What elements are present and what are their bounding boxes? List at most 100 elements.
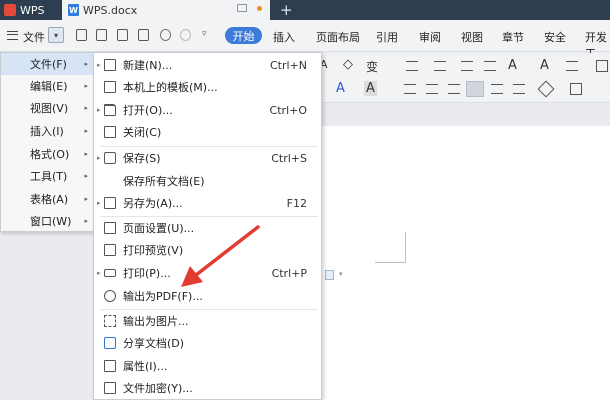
- new-document-icon: [104, 59, 116, 71]
- show-marks-icon[interactable]: [566, 61, 578, 71]
- properties-icon: [104, 360, 116, 372]
- paragraph-shading-icon[interactable]: [537, 80, 555, 98]
- monitor-icon[interactable]: [237, 4, 247, 12]
- chevron-down-icon[interactable]: ▾: [339, 270, 343, 278]
- tab-wps-home[interactable]: WPS: [0, 0, 58, 20]
- menu-item-properties[interactable]: 属性(I)...: [94, 355, 321, 377]
- menu-item-print-preview[interactable]: 打印预览(V): [94, 239, 321, 261]
- char-shading-icon[interactable]: A: [364, 81, 377, 96]
- tab-security[interactable]: 安全: [544, 29, 566, 45]
- menu-item-page-setup[interactable]: 页面设置(U)...: [94, 217, 321, 239]
- legacy-menu-format[interactable]: 格式(O) ▸: [1, 143, 94, 165]
- menu-item-label: 另存为(A)...: [123, 197, 183, 210]
- print-preview-icon: [104, 244, 116, 256]
- printer-icon: [104, 269, 116, 277]
- menu-bar: 文件 ▾ ▿ 开始 插入 页面布局 引用 审阅 视图 章节 安全 开发工: [0, 20, 610, 60]
- align-center-icon[interactable]: [426, 84, 438, 94]
- menu-item-local-templates[interactable]: 本机上的模板(M)...: [94, 76, 321, 98]
- legacy-menu-tools[interactable]: 工具(T) ▸: [1, 165, 94, 187]
- legacy-menu-label: 视图(V): [30, 102, 69, 115]
- export-icon[interactable]: [96, 29, 107, 41]
- legacy-menu-label: 编辑(E): [30, 80, 68, 93]
- menu-item-label: 保存(S): [123, 152, 161, 165]
- menu-item-save[interactable]: ▸ 保存(S) Ctrl+S: [94, 147, 321, 169]
- legacy-menu-edit[interactable]: 编辑(E) ▸: [1, 75, 94, 97]
- print-icon[interactable]: [117, 29, 128, 41]
- align-justify-icon[interactable]: [466, 81, 484, 97]
- save-as-icon: [104, 197, 116, 209]
- menu-item-shortcut: F12: [286, 196, 307, 210]
- chevron-right-icon: ▸: [84, 82, 88, 90]
- tab-document[interactable]: W WPS.docx: [62, 0, 270, 20]
- tab-review[interactable]: 审阅: [419, 29, 441, 45]
- export-pdf-icon: [104, 290, 116, 302]
- number-list-icon[interactable]: [434, 61, 446, 71]
- legacy-menu-table[interactable]: 表格(A) ▸: [1, 188, 94, 210]
- decrease-indent-icon[interactable]: [461, 61, 473, 71]
- menu-item-open[interactable]: ▸ 打开(O)... Ctrl+O: [94, 99, 321, 121]
- legacy-menu-file[interactable]: 文件(F) ▸: [1, 53, 94, 75]
- chevron-right-icon: ▸: [97, 269, 101, 277]
- menu-item-export-pdf[interactable]: 输出为PDF(F)...: [94, 285, 321, 307]
- undo-icon[interactable]: [160, 29, 171, 41]
- menu-item-save-all[interactable]: 保存所有文档(E): [94, 170, 321, 192]
- menu-item-encrypt[interactable]: 文件加密(Y)...: [94, 377, 321, 399]
- close-document-icon: [104, 126, 116, 138]
- menu-item-print[interactable]: ▸ 打印(P)... Ctrl+P: [94, 262, 321, 284]
- menu-item-label: 输出为图片...: [123, 315, 189, 328]
- chevron-right-icon: ▸: [84, 104, 88, 112]
- unsaved-dot-icon: [257, 5, 262, 11]
- increase-indent-icon[interactable]: [484, 61, 496, 71]
- redo-icon[interactable]: [180, 29, 191, 41]
- tab-start[interactable]: 开始: [225, 27, 262, 44]
- menu-item-label: 分享文档(D): [123, 337, 185, 350]
- phonetic-icon[interactable]: 变: [366, 58, 378, 75]
- wps-logo-icon: [4, 4, 16, 16]
- borders-icon[interactable]: [596, 60, 608, 72]
- document-page[interactable]: [322, 126, 610, 400]
- menu-item-export-image[interactable]: 输出为图片...: [94, 310, 321, 332]
- tab-page-layout[interactable]: 页面布局: [316, 29, 360, 45]
- legacy-menu-label: 工具(T): [30, 170, 68, 183]
- menu-item-save-as[interactable]: ▸ 另存为(A)... F12: [94, 192, 321, 214]
- tab-view[interactable]: 视图: [461, 29, 483, 45]
- legacy-menu-window[interactable]: 窗口(W) ▸: [1, 210, 94, 232]
- menu-item-close[interactable]: 关闭(C): [94, 121, 321, 143]
- tab-references[interactable]: 引用: [376, 29, 398, 45]
- menu-item-new[interactable]: ▸ 新建(N)... Ctrl+N: [94, 54, 321, 76]
- page-setup-icon: [104, 222, 116, 234]
- tab-insert[interactable]: 插入: [273, 29, 295, 45]
- save-icon[interactable]: [76, 29, 87, 41]
- sort-icon[interactable]: A: [540, 58, 549, 73]
- align-right-icon[interactable]: [448, 84, 460, 94]
- print-preview-icon[interactable]: [138, 29, 149, 41]
- menu-item-shortcut: Ctrl+P: [271, 266, 307, 280]
- word-doc-icon: W: [68, 4, 79, 16]
- legacy-menu-view[interactable]: 视图(V) ▸: [1, 97, 94, 119]
- menu-item-shortcut: Ctrl+N: [269, 58, 307, 72]
- new-tab-button[interactable]: +: [280, 1, 293, 19]
- chevron-down-icon[interactable]: ▾: [48, 27, 64, 43]
- lock-document-icon: [104, 382, 116, 394]
- menu-item-label: 打印(P)...: [123, 267, 171, 280]
- eraser-icon[interactable]: ◇: [343, 57, 353, 72]
- paste-options-icon[interactable]: [325, 270, 334, 280]
- quick-access-dropdown-icon[interactable]: ▿: [202, 29, 213, 41]
- text-direction-icon[interactable]: A: [508, 58, 517, 73]
- align-left-icon[interactable]: [404, 84, 416, 94]
- folder-open-icon: [104, 104, 116, 116]
- menu-item-share[interactable]: 分享文档(D): [94, 332, 321, 354]
- share-icon: [104, 337, 116, 349]
- hamburger-icon[interactable]: [7, 31, 18, 40]
- legacy-menu-list: 文件(F) ▸ 编辑(E) ▸ 视图(V) ▸ 插入(I) ▸ 格式(O) ▸ 工具(T)…: [0, 52, 94, 232]
- font-color-icon[interactable]: A: [336, 81, 345, 96]
- tab-section[interactable]: 章节: [502, 29, 524, 45]
- legacy-menu-label: 表格(A): [30, 193, 69, 206]
- file-menu-button[interactable]: 文件: [23, 29, 45, 45]
- distribute-icon[interactable]: [491, 84, 503, 94]
- legacy-menu-insert[interactable]: 插入(I) ▸: [1, 120, 94, 142]
- line-spacing-icon[interactable]: [513, 84, 525, 94]
- export-image-icon: [104, 315, 116, 327]
- bullet-list-icon[interactable]: [406, 61, 418, 71]
- table-borders-icon[interactable]: [570, 83, 582, 95]
